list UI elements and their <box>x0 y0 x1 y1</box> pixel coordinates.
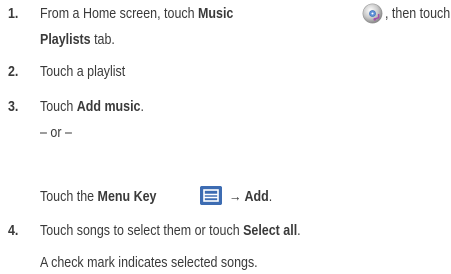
menu-key-label: Menu Key <box>97 189 157 205</box>
add-label: → Add <box>229 189 269 205</box>
step-text: . <box>140 99 144 115</box>
add-music-label: Add music <box>76 99 141 115</box>
step-4-line-1: Touch songs to select them or touch Sele… <box>40 222 301 240</box>
step-2-line-1: Touch a playlist <box>40 64 126 80</box>
step-text: Touch songs to select them or touch <box>40 223 244 239</box>
step-text: Touch the <box>40 189 98 205</box>
step-number: 3. <box>8 99 19 115</box>
step-3-line-3: Touch the Menu Key <box>40 188 156 206</box>
step-number: 4. <box>8 223 19 239</box>
select-all-label: Select all <box>243 223 298 239</box>
menu-key-icon <box>200 186 222 205</box>
step-4-line-2: A check mark indicates selected songs. <box>40 255 258 271</box>
playlists-label: Playlists <box>40 32 91 48</box>
step-3-line-1: Touch Add music. <box>40 98 144 116</box>
step-1-line-2: Playlists tab. <box>40 31 115 49</box>
step-1-line-1: From a Home screen, touch Music <box>40 5 233 23</box>
music-disc-icon <box>362 3 383 24</box>
step-text: . <box>268 189 273 205</box>
step-text: From a Home screen, touch <box>40 6 199 22</box>
step-text: tab. <box>90 32 115 48</box>
step-number: 2. <box>8 64 19 80</box>
step-3-or: – or – <box>40 125 72 141</box>
step-text: . <box>297 223 301 239</box>
step-text: Touch <box>40 99 77 115</box>
step-1-line-1-tail: , then touch the <box>385 6 451 22</box>
step-3-line-3-tail: → Add. <box>229 188 272 206</box>
music-label: Music <box>198 6 234 22</box>
step-number: 1. <box>8 6 19 22</box>
